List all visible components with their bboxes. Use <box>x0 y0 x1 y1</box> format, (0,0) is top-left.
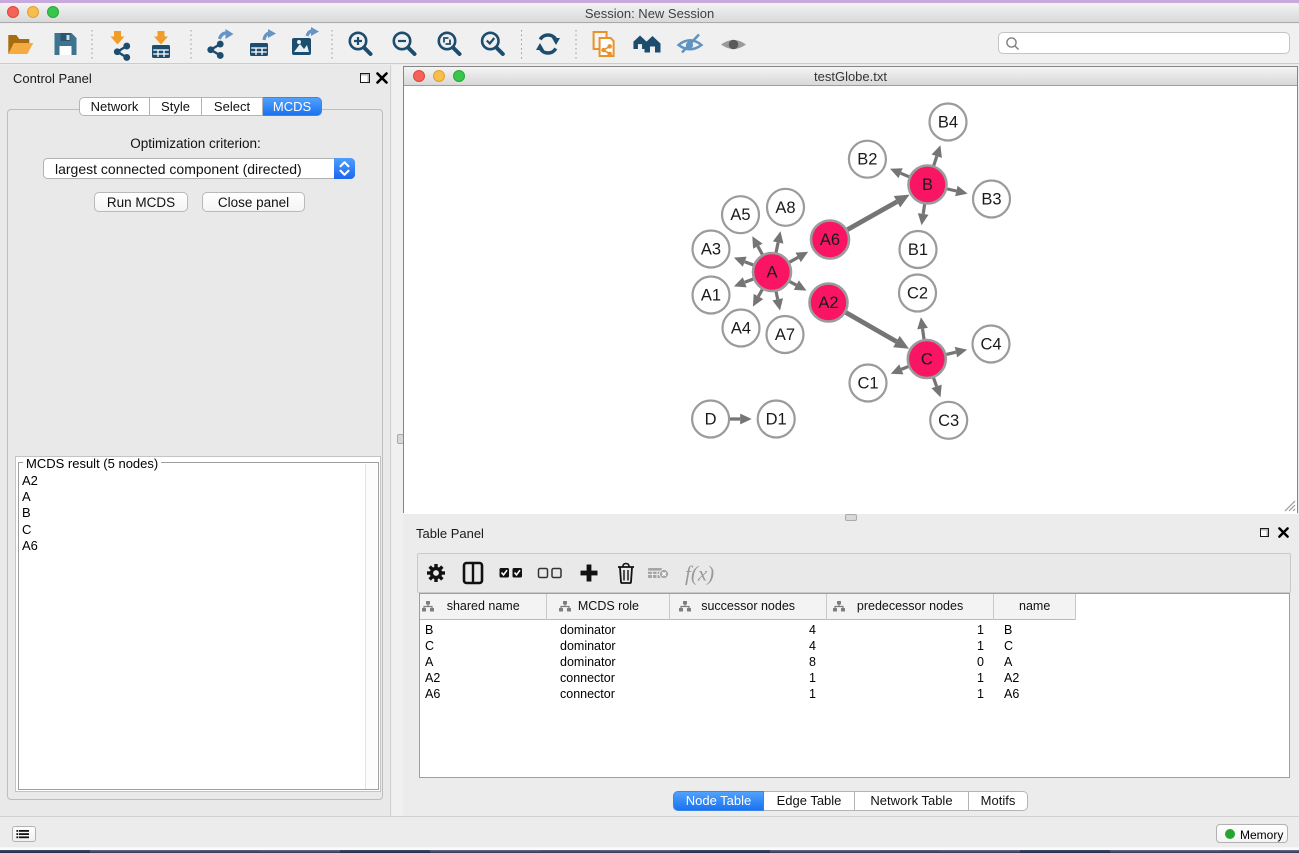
svg-text:C2: C2 <box>907 285 928 303</box>
svg-text:A5: A5 <box>730 206 750 224</box>
svg-text:A7: A7 <box>775 326 795 344</box>
svg-text:B2: B2 <box>857 151 877 169</box>
svg-text:C: C <box>921 351 933 369</box>
svg-text:A: A <box>766 264 777 282</box>
svg-text:B: B <box>922 176 933 194</box>
svg-text:A6: A6 <box>820 231 840 249</box>
svg-text:D1: D1 <box>766 411 787 429</box>
svg-text:C4: C4 <box>980 336 1001 354</box>
svg-text:A4: A4 <box>731 320 751 338</box>
svg-text:B1: B1 <box>908 241 928 259</box>
svg-text:f(x): f(x) <box>685 562 714 586</box>
svg-text:C1: C1 <box>857 375 878 393</box>
svg-text:C3: C3 <box>938 412 959 430</box>
svg-text:A2: A2 <box>818 294 838 312</box>
svg-text:A3: A3 <box>701 241 721 259</box>
svg-text:B4: B4 <box>938 114 958 132</box>
svg-text:A8: A8 <box>775 199 795 217</box>
svg-text:A1: A1 <box>701 287 721 305</box>
svg-text:D: D <box>705 411 717 429</box>
svg-text:B3: B3 <box>981 191 1001 209</box>
